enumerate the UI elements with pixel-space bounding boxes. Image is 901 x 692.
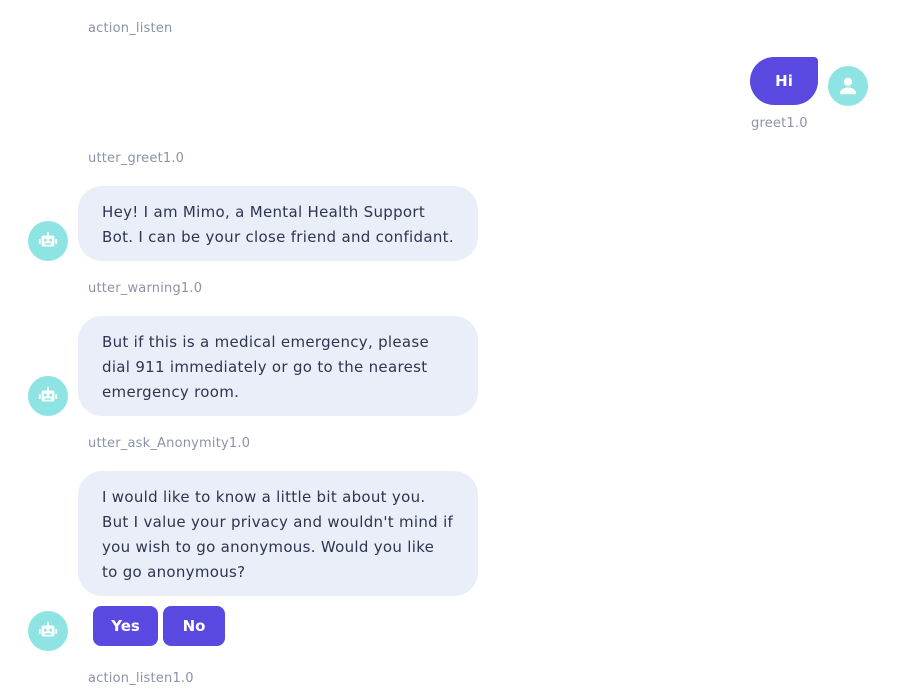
- bot-avatar: [28, 611, 68, 651]
- robot-icon: [38, 621, 58, 637]
- action-listen-label: action_listen: [88, 21, 173, 36]
- quick-reply-no-button[interactable]: No: [163, 606, 225, 646]
- user-icon: [839, 77, 857, 95]
- utter-greet-label: utter_greet1.0: [88, 151, 185, 166]
- bot-message-anonymity: I would like to know a little bit about …: [78, 471, 478, 596]
- user-avatar: [828, 66, 868, 106]
- bot-avatar: [28, 221, 68, 261]
- quick-reply-yes-button[interactable]: Yes: [93, 606, 158, 646]
- robot-icon: [38, 386, 58, 402]
- bot-avatar: [28, 376, 68, 416]
- utter-warning-label: utter_warning1.0: [88, 281, 203, 296]
- action-listen-final-label: action_listen1.0: [88, 671, 194, 686]
- bot-message-warning: But if this is a medical emergency, plea…: [78, 316, 478, 416]
- utter-ask-anonymity-label: utter_ask_Anonymity1.0: [88, 436, 251, 451]
- robot-icon: [38, 231, 58, 247]
- bot-message-greet: Hey! I am Mimo, a Mental Health Support …: [78, 186, 478, 261]
- user-intent-label: greet1.0: [751, 116, 808, 131]
- user-message-bubble: Hi: [750, 57, 818, 105]
